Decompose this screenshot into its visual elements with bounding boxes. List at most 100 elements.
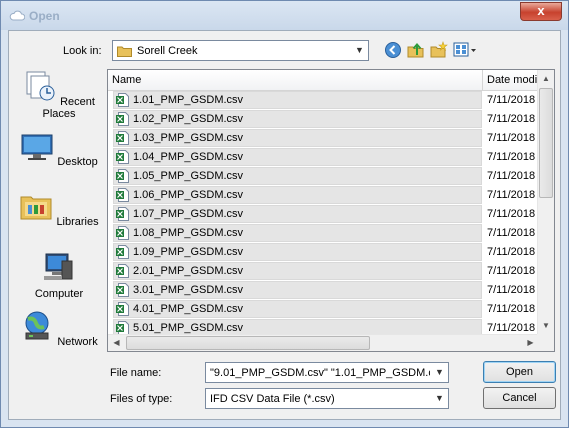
excel-csv-icon <box>116 321 129 335</box>
file-date: 7/11/2018 <box>487 208 536 220</box>
place-recent-places[interactable]: Recent Places <box>19 69 99 120</box>
filename-value: "9.01_PMP_GSDM.csv" "1.01_PMP_GSDM.c <box>210 367 430 379</box>
file-name: 2.01_PMP_GSDM.csv <box>133 265 244 277</box>
excel-csv-icon <box>116 150 129 164</box>
window-title: Open <box>29 9 60 23</box>
file-name: 1.02_PMP_GSDM.csv <box>133 113 244 125</box>
close-button[interactable]: x <box>520 2 562 21</box>
up-folder-icon[interactable] <box>407 41 425 59</box>
network-icon <box>25 311 49 340</box>
scrollbar-corner <box>537 334 554 351</box>
filename-label: File name: <box>110 367 162 379</box>
file-name: 5.01_PMP_GSDM.csv <box>133 322 244 334</box>
file-date: 7/11/2018 <box>487 189 536 201</box>
file-name: 1.05_PMP_GSDM.csv <box>133 170 244 182</box>
table-row[interactable]: 2.01_PMP_GSDM.csv 7/11/2018 <box>108 262 539 281</box>
excel-csv-icon <box>116 302 129 316</box>
excel-csv-icon <box>116 169 129 183</box>
excel-csv-icon <box>116 112 129 126</box>
lookin-label: Look in: <box>63 45 102 57</box>
excel-csv-icon <box>116 93 129 107</box>
views-icon[interactable] <box>453 41 477 59</box>
open-button[interactable]: Open <box>483 361 556 383</box>
file-date: 7/11/2018 <box>487 303 536 315</box>
scroll-up-icon[interactable]: ▲ <box>538 70 554 87</box>
title-bar[interactable]: Open x <box>1 1 568 30</box>
filetype-value: IFD CSV Data File (*.csv) <box>210 393 335 405</box>
open-dialog: Open x Look in: Sorell Creek ▼ Recent Pl… <box>0 0 569 428</box>
computer-icon <box>44 253 73 280</box>
table-row[interactable]: 1.02_PMP_GSDM.csv 7/11/2018 <box>108 110 539 129</box>
table-row[interactable]: 1.05_PMP_GSDM.csv 7/11/2018 <box>108 167 539 186</box>
excel-csv-icon <box>116 245 129 259</box>
desktop-icon <box>21 134 53 160</box>
chevron-down-icon[interactable]: ▼ <box>431 389 448 408</box>
table-row[interactable]: 1.08_PMP_GSDM.csv 7/11/2018 <box>108 224 539 243</box>
table-row[interactable]: 3.01_PMP_GSDM.csv 7/11/2018 <box>108 281 539 300</box>
filetype-dropdown[interactable]: IFD CSV Data File (*.csv) ▼ <box>205 388 449 409</box>
chevron-down-icon[interactable]: ▼ <box>351 41 368 60</box>
filetype-label: Files of type: <box>110 393 173 405</box>
place-label: Libraries <box>56 216 99 228</box>
cancel-button[interactable]: Cancel <box>483 387 556 409</box>
table-row[interactable]: 1.09_PMP_GSDM.csv 7/11/2018 <box>108 243 539 262</box>
lookin-value: Sorell Creek <box>137 45 198 57</box>
place-network[interactable]: Network <box>19 309 99 348</box>
file-date: 7/11/2018 <box>487 265 536 277</box>
horizontal-scroll-thumb[interactable] <box>126 336 370 350</box>
place-label: Computer <box>34 288 84 300</box>
excel-csv-icon <box>116 131 129 145</box>
list-header: Name Date modifi <box>108 70 543 91</box>
lookin-dropdown[interactable]: Sorell Creek ▼ <box>112 40 369 61</box>
filename-input[interactable]: "9.01_PMP_GSDM.csv" "1.01_PMP_GSDM.c ▼ <box>205 362 449 383</box>
scroll-down-icon[interactable]: ▼ <box>538 317 554 334</box>
excel-csv-icon <box>116 283 129 297</box>
place-computer[interactable]: Computer <box>19 249 99 300</box>
file-date: 7/11/2018 <box>487 132 536 144</box>
excel-csv-icon <box>116 188 129 202</box>
file-name: 1.07_PMP_GSDM.csv <box>133 208 244 220</box>
libraries-icon <box>20 196 52 220</box>
scroll-left-icon[interactable]: ◀ <box>108 335 125 351</box>
recent-places-icon <box>26 71 55 101</box>
excel-csv-icon <box>116 264 129 278</box>
table-row[interactable]: 1.06_PMP_GSDM.csv 7/11/2018 <box>108 186 539 205</box>
file-name: 1.06_PMP_GSDM.csv <box>133 189 244 201</box>
table-row[interactable]: 4.01_PMP_GSDM.csv 7/11/2018 <box>108 300 539 319</box>
file-date: 7/11/2018 <box>487 284 536 296</box>
folder-icon <box>117 46 132 57</box>
column-header-name[interactable]: Name <box>112 74 141 86</box>
cloud-icon <box>9 10 25 21</box>
file-date: 7/11/2018 <box>487 322 536 334</box>
table-row[interactable]: 1.03_PMP_GSDM.csv 7/11/2018 <box>108 129 539 148</box>
file-date: 7/11/2018 <box>487 113 536 125</box>
file-name: 1.04_PMP_GSDM.csv <box>133 151 244 163</box>
vertical-scrollbar[interactable]: ▲ ▼ <box>537 70 554 334</box>
place-libraries[interactable]: Libraries <box>19 189 99 228</box>
file-name: 1.03_PMP_GSDM.csv <box>133 132 244 144</box>
file-list[interactable]: Name Date modifi 1.01_PMP_GSDM.csv 7/11/2… <box>107 69 555 352</box>
dialog-body: Look in: Sorell Creek ▼ Recent Places De… <box>8 30 561 420</box>
table-row[interactable]: 1.01_PMP_GSDM.csv 7/11/2018 <box>108 91 539 110</box>
file-date: 7/11/2018 <box>487 170 536 182</box>
file-date: 7/11/2018 <box>487 94 536 106</box>
table-row[interactable]: 1.04_PMP_GSDM.csv 7/11/2018 <box>108 148 539 167</box>
chevron-down-icon[interactable]: ▼ <box>431 363 448 382</box>
back-icon[interactable] <box>384 41 402 59</box>
table-row[interactable]: 1.07_PMP_GSDM.csv 7/11/2018 <box>108 205 539 224</box>
file-name: 4.01_PMP_GSDM.csv <box>133 303 244 315</box>
place-desktop[interactable]: Desktop <box>19 129 99 168</box>
horizontal-scrollbar[interactable]: ◀ ▶ <box>108 334 539 351</box>
excel-csv-icon <box>116 207 129 221</box>
place-label: Desktop <box>57 156 98 168</box>
place-label: Network <box>57 336 98 348</box>
file-name: 1.09_PMP_GSDM.csv <box>133 246 244 258</box>
column-header-date[interactable]: Date modifi <box>487 74 543 86</box>
vertical-scroll-thumb[interactable] <box>539 88 553 198</box>
file-rows: 1.01_PMP_GSDM.csv 7/11/2018 1.02_PMP_GSDM.… <box>108 91 539 338</box>
file-name: 1.01_PMP_GSDM.csv <box>133 94 244 106</box>
file-date: 7/11/2018 <box>487 246 536 258</box>
column-separator[interactable] <box>482 70 483 90</box>
file-date: 7/11/2018 <box>487 151 536 163</box>
new-folder-icon[interactable] <box>430 41 448 59</box>
